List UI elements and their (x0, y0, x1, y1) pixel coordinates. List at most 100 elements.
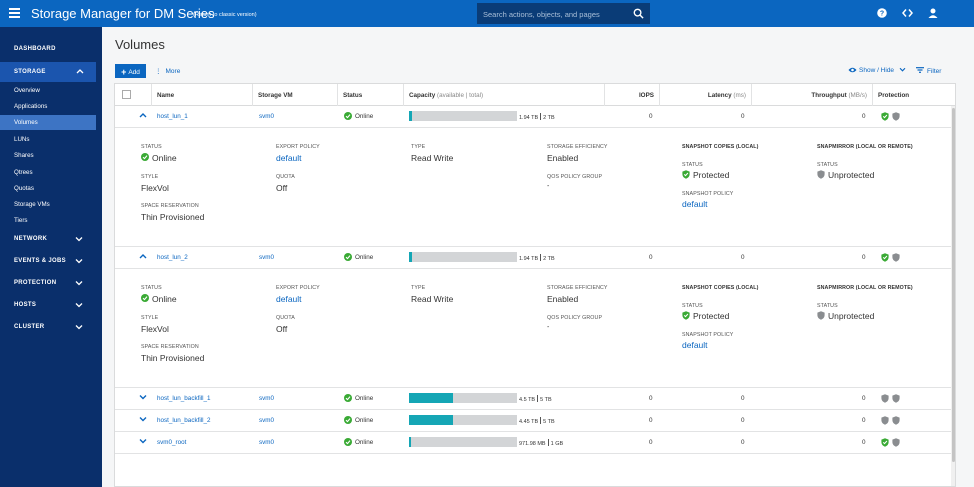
detail-quota-label: QUOTA (276, 315, 295, 321)
snapshot-unprotected-shield-icon[interactable] (881, 394, 889, 405)
sidebar-item-storage-vms[interactable]: Storage VMs (14, 201, 50, 208)
expand-row-icon[interactable] (139, 438, 147, 446)
snapmirror-unprotected-shield-icon[interactable] (892, 394, 900, 405)
sidebar-item-quotas[interactable]: Quotas (14, 185, 34, 192)
storage-vm-link[interactable]: svm0 (259, 439, 274, 446)
capacity-total: 2 TB (543, 256, 555, 262)
snapmirror-unprotected-shield-icon[interactable] (892, 112, 900, 123)
capacity-bar-fill (409, 437, 411, 447)
table-row[interactable]: host_lun_1 svm0 Online 1.94 TB 2 TB 0 0 0 (115, 106, 951, 128)
detail-efficiency-value: Enabled (547, 153, 579, 163)
snapshot-policy-link[interactable]: default (682, 340, 708, 350)
iops-value: 0 (649, 439, 653, 446)
table-row[interactable]: svm0_root svm0 Online 971.98 MB 1 GB 0 0 0 (115, 432, 951, 454)
status-text: Online (355, 395, 374, 402)
snapmirror-unprotected-shield-icon (817, 170, 825, 181)
storage-vm-link[interactable]: svm0 (259, 395, 274, 402)
code-icon[interactable] (902, 8, 913, 20)
sidebar-item-luns[interactable]: LUNs (14, 136, 29, 143)
nav-events-jobs[interactable]: EVENTS & JOBS (0, 255, 96, 269)
table-row[interactable]: host_lun_backfill_2 svm0 Online 4.45 TB 5 TB… (115, 410, 951, 432)
nav-network[interactable]: NETWORK (0, 233, 96, 247)
sidebar-item-volumes[interactable]: Volumes (0, 115, 96, 130)
help-icon[interactable]: ? (877, 8, 887, 20)
sidebar-item-tiers[interactable]: Tiers (14, 217, 28, 224)
header-throughput-sub: (MB/s) (848, 92, 867, 99)
capacity-separator (537, 395, 539, 402)
header-latency[interactable]: Latency (ms) (660, 84, 752, 106)
sidebar-item-qtrees[interactable]: Qtrees (14, 169, 33, 176)
volume-detail-panel: STATUS Online STYLE FlexVol SPACE RESERVATIO… (115, 128, 951, 247)
volume-name-link[interactable]: host_lun_2 (157, 254, 188, 261)
nav-group-label: HOSTS (14, 302, 37, 308)
header-storage-vm[interactable]: Storage VM (253, 84, 338, 106)
storage-vm-link[interactable]: svm0 (259, 417, 274, 424)
volume-name-link[interactable]: host_lun_1 (157, 113, 188, 120)
snapmirror-unprotected-shield-icon[interactable] (892, 438, 900, 449)
snapmirror-unprotected-shield-icon[interactable] (892, 253, 900, 264)
capacity-available: 1.94 TB (519, 115, 539, 121)
snapshot-protected-shield-icon[interactable] (881, 438, 889, 449)
detail-status-icon (141, 294, 149, 304)
header-protection[interactable]: Protection (873, 84, 955, 106)
scrollbar-thumb[interactable] (952, 108, 955, 462)
snapshot-policy-label: SNAPSHOT POLICY (682, 191, 734, 197)
app-title: Storage Manager for DM Series (31, 6, 215, 21)
storage-vm-link[interactable]: svm0 (259, 254, 274, 261)
search-input[interactable] (483, 8, 633, 20)
classic-version-link[interactable]: (Return to classic version) (193, 12, 257, 18)
show-hide-button[interactable]: Show / Hide (848, 67, 906, 75)
detail-reservation-value: Thin Provisioned (141, 212, 205, 222)
nav-protection[interactable]: PROTECTION (0, 277, 96, 291)
header-name[interactable]: Name (152, 84, 253, 106)
more-button[interactable]: ⋮ More (155, 67, 180, 75)
volume-name-link[interactable]: host_lun_backfill_2 (157, 417, 211, 424)
detail-quota-label: QUOTA (276, 174, 295, 180)
capacity-bar-fill (409, 252, 412, 262)
status-text: Online (355, 113, 374, 120)
table-row[interactable]: host_lun_2 svm0 Online 1.94 TB 2 TB 0 0 0 (115, 247, 951, 269)
select-all-checkbox[interactable] (122, 90, 131, 99)
header-status[interactable]: Status (338, 84, 404, 106)
user-icon[interactable] (928, 8, 938, 20)
detail-status-value: Online (152, 294, 177, 304)
add-button[interactable]: + Add (115, 64, 146, 78)
sidebar-item-overview[interactable]: Overview (14, 87, 40, 94)
global-search (477, 3, 650, 24)
detail-style-value: FlexVol (141, 324, 169, 334)
detail-type-value: Read Write (411, 294, 454, 304)
collapse-row-icon[interactable] (139, 253, 147, 261)
nav-hosts[interactable]: HOSTS (0, 299, 96, 313)
header-capacity[interactable]: Capacity (available | total) (404, 84, 605, 106)
snapshot-protected-shield-icon[interactable] (881, 253, 889, 264)
sidebar-item-shares[interactable]: Shares (14, 152, 34, 159)
sidebar-item-applications[interactable]: Applications (14, 103, 47, 110)
filter-button[interactable]: Filter (916, 67, 941, 75)
volume-name-link[interactable]: svm0_root (157, 439, 186, 446)
header-iops[interactable]: IOPS (605, 84, 660, 106)
chevron-down-icon (899, 67, 906, 74)
table-header: Name Storage VM Status Capacity (availab… (115, 84, 955, 106)
expand-row-icon[interactable] (139, 416, 147, 424)
storage-vm-link[interactable]: svm0 (259, 113, 274, 120)
detail-export-policy-link[interactable]: default (276, 294, 302, 304)
snapmirror-unprotected-shield-icon[interactable] (892, 416, 900, 427)
snapshot-unprotected-shield-icon[interactable] (881, 416, 889, 427)
nav-dashboard[interactable]: DASHBOARD (14, 46, 56, 52)
search-icon[interactable] (633, 8, 644, 21)
snapshot-protected-shield-icon[interactable] (881, 112, 889, 123)
detail-status-label: STATUS (141, 144, 162, 150)
detail-quota-value: Off (276, 324, 288, 334)
iops-value: 0 (649, 254, 653, 261)
volume-name-link[interactable]: host_lun_backfill_1 (157, 395, 211, 402)
nav-cluster[interactable]: CLUSTER (0, 321, 96, 335)
chevron-down-icon (75, 280, 83, 288)
hamburger-icon[interactable] (9, 8, 20, 18)
detail-export-policy-link[interactable]: default (276, 153, 302, 163)
snapshot-policy-link[interactable]: default (682, 199, 708, 209)
expand-row-icon[interactable] (139, 394, 147, 402)
header-throughput[interactable]: Throughput (MB/s) (752, 84, 873, 106)
collapse-row-icon[interactable] (139, 112, 147, 120)
nav-storage[interactable]: STORAGE (0, 62, 96, 82)
table-row[interactable]: host_lun_backfill_1 svm0 Online 4.5 TB 5 TB 0… (115, 388, 951, 410)
